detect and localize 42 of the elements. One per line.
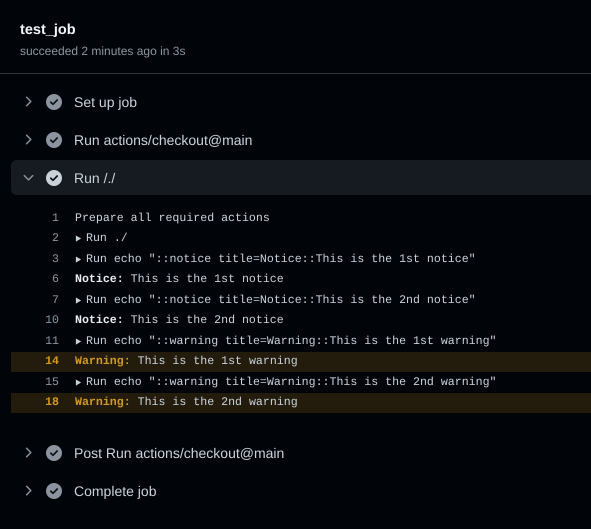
step-row[interactable]: Post Run actions/checkout@main (11, 435, 591, 470)
log-line: Warning: This is the 1st warning (75, 355, 298, 368)
log-line: Notice: This is the 2nd notice (75, 314, 284, 328)
step-name: Run /./ (74, 170, 116, 186)
line-number: 15 (44, 376, 60, 389)
line-number: 18 (44, 396, 60, 410)
log-line: Notice: This is the 1st notice (75, 273, 284, 286)
step-row[interactable]: Run /./ (11, 160, 591, 195)
line-number: 14 (44, 355, 60, 368)
line-number: 6 (51, 273, 60, 286)
line-number: 7 (51, 294, 60, 307)
line-number: 1 (51, 212, 60, 225)
line-number: 2 (51, 232, 60, 246)
triangle-right-icon[interactable] (75, 235, 82, 242)
triangle-right-icon[interactable] (75, 378, 82, 386)
check-circle-icon (46, 482, 62, 498)
check-circle-icon (46, 132, 62, 148)
triangle-right-icon[interactable] (75, 296, 82, 304)
job-title: test_job (20, 21, 77, 40)
check-circle-icon (46, 170, 62, 186)
log-line: Run echo "::warning title=Warning::This is the 2nd warning" (86, 376, 496, 389)
step-name: Run actions/checkout@main (74, 132, 252, 148)
step-name: Complete job (74, 482, 156, 498)
log-line: Prepare all required actions (75, 212, 270, 225)
log-line: Warning: This is the 2nd warning (75, 396, 298, 410)
step-row[interactable]: Complete job (11, 473, 591, 508)
log-line: Run echo "::notice title=Notice::This is the 1st notice" (86, 252, 476, 266)
step-row[interactable]: Run actions/checkout@main (11, 122, 591, 157)
log-line: Run ./ (86, 232, 128, 246)
line-number: 3 (51, 252, 60, 266)
check-circle-icon (46, 94, 62, 110)
job-status: succeeded 2 minutes ago in 3s (20, 43, 186, 59)
line-number: 10 (44, 314, 60, 328)
step-name: Post Run actions/checkout@main (74, 444, 284, 460)
triangle-right-icon[interactable] (75, 338, 82, 345)
check-circle-icon (46, 444, 62, 460)
log-line: Run echo "::notice title=Notice::This is the 2nd notice" (86, 294, 476, 307)
line-number: 11 (44, 334, 60, 348)
log-line: Run echo "::warning title=Warning::This is the 1st warning" (86, 334, 496, 348)
triangle-right-icon[interactable] (75, 256, 82, 263)
step-name: Set up job (74, 94, 138, 110)
step-row[interactable]: Set up job (11, 84, 591, 119)
